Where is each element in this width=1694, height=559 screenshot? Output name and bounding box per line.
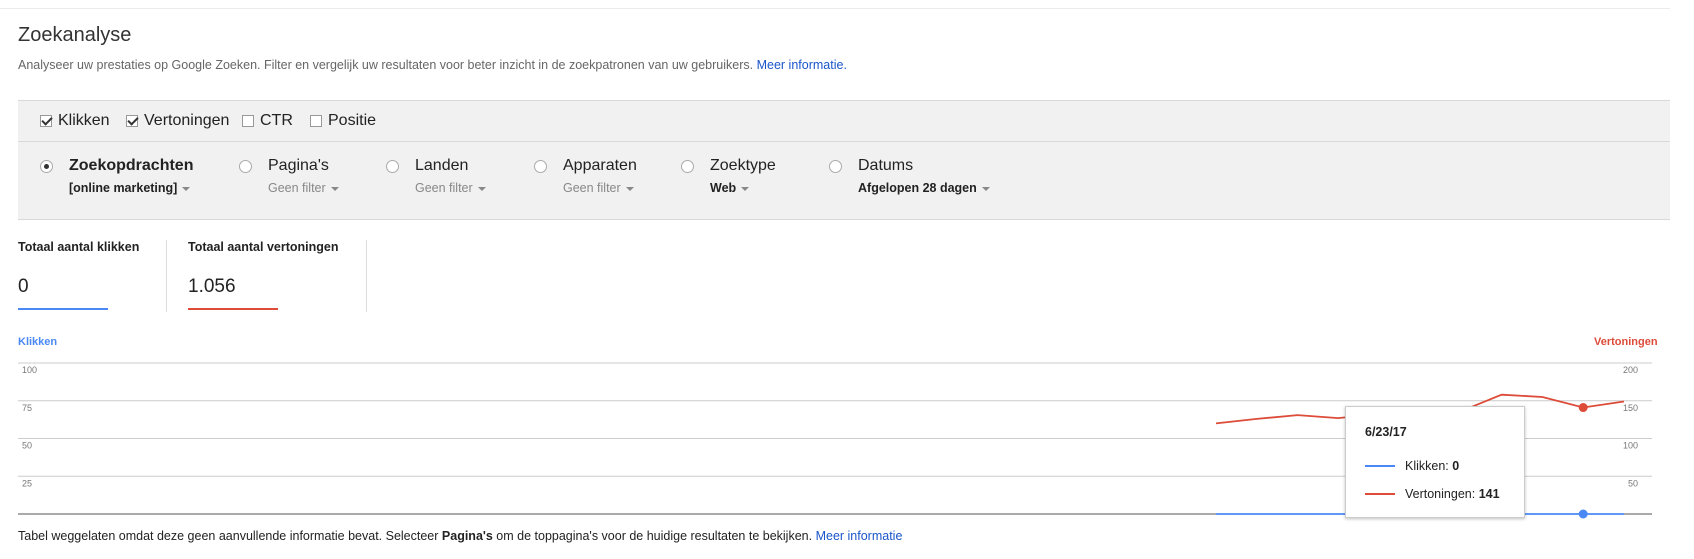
- filter-value: Afgelopen 28 dagen: [858, 181, 977, 195]
- chevron-down-icon: [741, 186, 750, 191]
- metric-checkbox-row: Klikken Vertoningen CTR Positie: [18, 101, 1670, 142]
- dimension-label[interactable]: Pagina's: [268, 157, 329, 175]
- right-tick-label: 50: [1628, 478, 1638, 488]
- tooltip-date: 6/23/17: [1365, 425, 1407, 439]
- chevron-down-icon: [330, 186, 339, 191]
- page-subtitle: Analyseer uw prestaties op Google Zoeken…: [18, 58, 847, 72]
- checkbox-ctr[interactable]: CTR: [242, 112, 293, 130]
- right-tick-label: 100: [1623, 441, 1638, 451]
- tooltip-impressions-value: 141: [1478, 487, 1500, 501]
- tooltip-clicks-value: 0: [1452, 459, 1460, 473]
- table-omitted-note: Tabel weggelaten omdat deze geen aanvull…: [18, 529, 902, 543]
- total-impressions-card[interactable]: Totaal aantal vertoningen 1.056: [188, 240, 358, 312]
- total-impressions-value: 1.056: [188, 276, 236, 297]
- checkbox-clicks[interactable]: Klikken: [40, 112, 110, 130]
- left-tick-label: 100: [22, 365, 37, 375]
- total-clicks-card[interactable]: Totaal aantal klikken 0: [18, 240, 168, 312]
- filter-value: Geen filter: [563, 181, 621, 195]
- top-divider: [0, 8, 1670, 9]
- radio-button[interactable]: [681, 160, 694, 173]
- checkbox-label: Positie: [328, 112, 377, 129]
- total-clicks-label: Totaal aantal klikken: [18, 240, 140, 254]
- filter-value: Web: [710, 181, 737, 195]
- tooltip-impressions-label: Vertoningen:: [1405, 487, 1476, 501]
- filter-value: [online marketing]: [69, 181, 178, 195]
- clicks-highlight-point: [1578, 509, 1588, 519]
- left-tick-label: 25: [22, 478, 32, 488]
- clicks-legend-swatch: [1365, 465, 1395, 467]
- checkbox-box[interactable]: [310, 115, 322, 127]
- dimension-filter-dropdown[interactable]: Web: [710, 181, 750, 195]
- checkbox-position[interactable]: Positie: [310, 112, 376, 130]
- chevron-down-icon: [477, 186, 486, 191]
- chevron-down-icon: [625, 186, 634, 191]
- tooltip-impressions-row: Vertoningen: 141: [1365, 487, 1500, 501]
- right-tick-label: 200: [1623, 365, 1638, 375]
- radio-button[interactable]: [239, 160, 252, 173]
- right-tick-label: 150: [1623, 403, 1638, 413]
- radio-button[interactable]: [386, 160, 399, 173]
- chevron-down-icon: [182, 186, 191, 191]
- page-title: Zoekanalyse: [18, 24, 132, 46]
- total-clicks-indicator: [18, 308, 108, 310]
- radio-button[interactable]: [40, 160, 53, 173]
- checkbox-impressions[interactable]: Vertoningen: [126, 112, 229, 130]
- dimension-filter-dropdown[interactable]: Afgelopen 28 dagen: [858, 181, 990, 195]
- total-impressions-indicator: [188, 308, 278, 310]
- radio-button[interactable]: [534, 160, 547, 173]
- radio-button[interactable]: [829, 160, 842, 173]
- total-clicks-value: 0: [18, 276, 29, 297]
- tooltip-clicks-row: Klikken: 0: [1365, 459, 1459, 473]
- dimension-label[interactable]: Zoektype: [710, 157, 776, 175]
- dimension-filter-dropdown[interactable]: [online marketing]: [69, 181, 191, 195]
- checkbox-label: Vertoningen: [144, 112, 230, 129]
- dimension-label[interactable]: Zoekopdrachten: [69, 157, 193, 175]
- checkbox-label: Klikken: [58, 112, 110, 129]
- learn-more-link[interactable]: Meer informatie.: [757, 58, 847, 72]
- impressions-legend-swatch: [1365, 493, 1395, 495]
- chart-tooltip: 6/23/17 Klikken: 0 Vertoningen: 141: [1345, 406, 1525, 518]
- subtitle-text: Analyseer uw prestaties op Google Zoeken…: [18, 58, 754, 72]
- dimension-filter-dropdown[interactable]: Geen filter: [268, 181, 339, 195]
- total-impressions-label: Totaal aantal vertoningen: [188, 240, 339, 254]
- dimension-label[interactable]: Landen: [415, 157, 468, 175]
- tooltip-clicks-label: Klikken:: [1405, 459, 1449, 473]
- dimension-filter-dropdown[interactable]: Geen filter: [415, 181, 486, 195]
- footer-text-after: om de toppagina's voor de huidige result…: [492, 529, 813, 543]
- dimension-label[interactable]: Apparaten: [563, 157, 637, 175]
- footer-text: Tabel weggelaten omdat deze geen aanvull…: [18, 529, 442, 543]
- dimension-label[interactable]: Datums: [858, 157, 913, 175]
- impressions-highlight-point: [1578, 403, 1588, 413]
- checkbox-box[interactable]: [40, 115, 52, 127]
- left-tick-label: 75: [22, 403, 32, 413]
- footer-learn-more-link[interactable]: Meer informatie: [816, 529, 903, 543]
- chevron-down-icon: [981, 186, 990, 191]
- left-tick-label: 50: [22, 441, 32, 451]
- filter-value: Geen filter: [415, 181, 473, 195]
- checkbox-label: CTR: [260, 112, 293, 129]
- filter-panel: Klikken Vertoningen CTR Positie Zoekopdr…: [18, 100, 1670, 220]
- checkbox-box[interactable]: [242, 115, 254, 127]
- totals-divider: [366, 240, 367, 312]
- footer-bold-pages: Pagina's: [441, 529, 493, 543]
- totals-divider: [166, 240, 167, 312]
- filter-value: Geen filter: [268, 181, 326, 195]
- checkbox-box[interactable]: [126, 115, 138, 127]
- dimension-filter-dropdown[interactable]: Geen filter: [563, 181, 634, 195]
